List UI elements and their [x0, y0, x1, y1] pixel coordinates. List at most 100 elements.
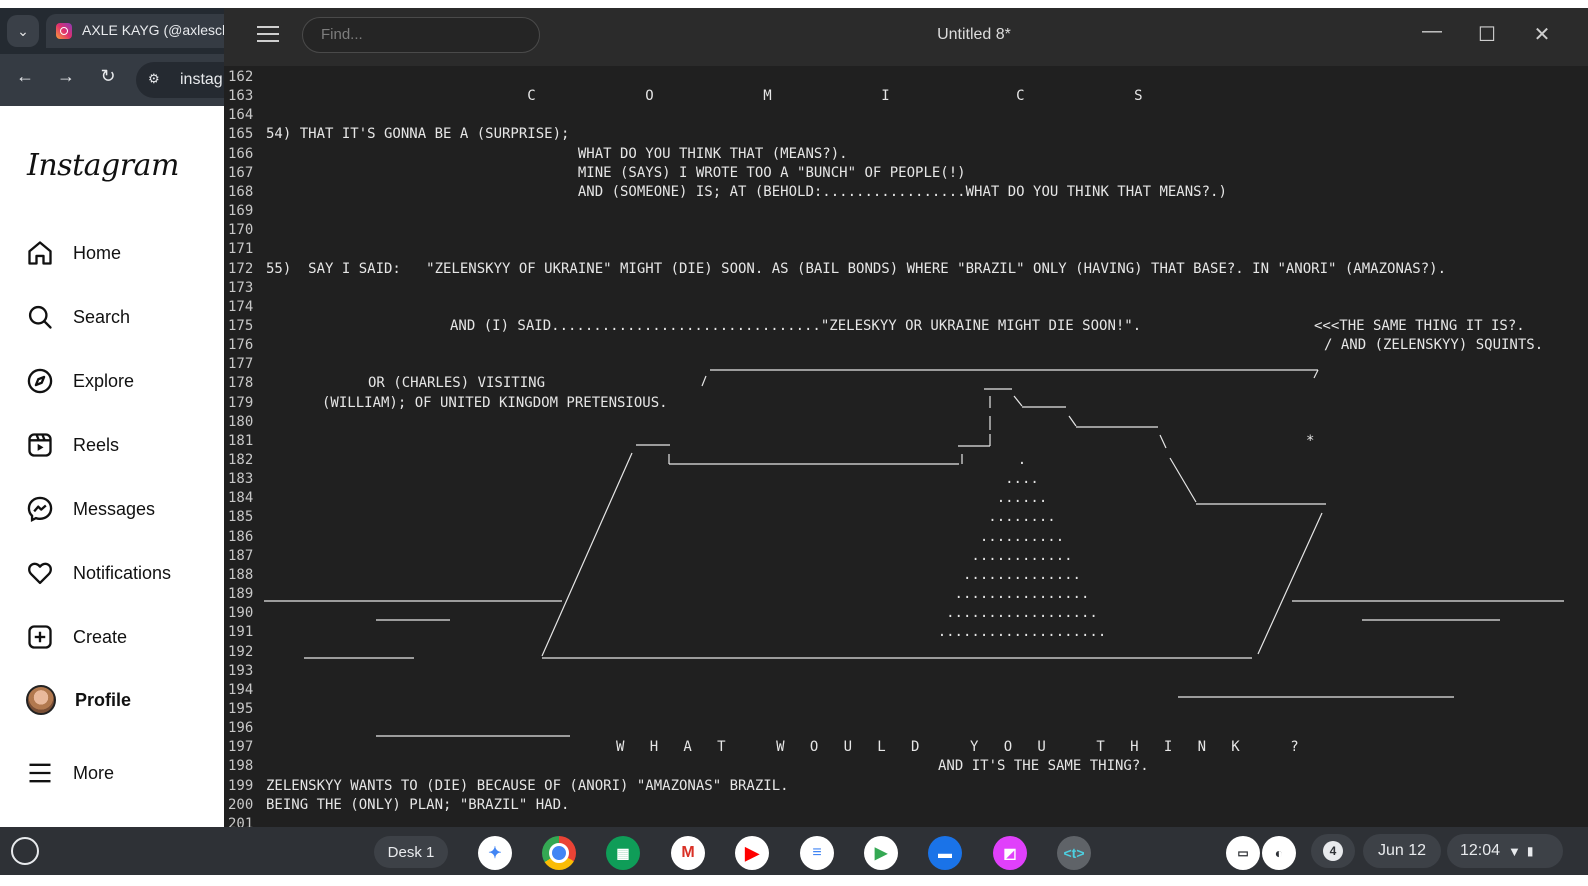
nav-home[interactable]: Home — [26, 236, 121, 270]
editor-line: W H A T W O U L D Y O U T H I N K ? — [616, 739, 1299, 756]
gmail-icon[interactable]: M — [671, 836, 705, 870]
line-number: 162 — [228, 69, 254, 85]
line-number: 176 — [228, 337, 254, 354]
nav-more[interactable]: More — [26, 756, 114, 790]
line-number: 188 — [228, 566, 254, 583]
line-number: 175 — [228, 317, 254, 334]
editor-line: / AND (ZELENSKYY) SQUINTS. — [1324, 337, 1544, 354]
dot-pyramid-row: .............. — [962, 566, 1081, 583]
line-number: 197 — [228, 739, 254, 756]
reels-icon — [28, 433, 52, 457]
line-number: 164 — [228, 107, 254, 124]
plus-square-icon — [28, 625, 52, 649]
editor-line: C O M I C S — [266, 88, 1143, 105]
dot-pyramid-row: .... — [1005, 471, 1039, 488]
line-number: 200 — [228, 796, 254, 813]
nav-explore-label: Explore — [73, 370, 135, 391]
status-area[interactable]: 12:04 ▼ ▮ — [1447, 834, 1563, 868]
files-icon[interactable]: ▬ — [928, 836, 962, 870]
back-icon[interactable]: ← — [13, 66, 37, 87]
line-number: 191 — [228, 624, 254, 641]
line-number: 194 — [228, 681, 254, 698]
line-number: 172 — [228, 260, 254, 277]
nav-messages-label: Messages — [73, 498, 156, 519]
forward-icon[interactable]: → — [54, 66, 78, 87]
nav-notifications-label: Notifications — [73, 562, 172, 583]
line-number: 181 — [228, 432, 254, 449]
compass-icon — [27, 368, 53, 394]
browser-tab[interactable]: AXLE KAYG (@axlesch — [46, 14, 224, 48]
tab-search-button[interactable]: ⌄ — [7, 15, 39, 47]
dot-pyramid-row: ................ — [954, 586, 1090, 603]
menu-icon — [29, 763, 51, 783]
nav-messages[interactable]: Messages — [26, 492, 155, 526]
editor-title: Untitled 8* — [937, 26, 1011, 43]
line-number: 185 — [228, 509, 254, 526]
app-grid-icon[interactable]: ▦ — [606, 836, 640, 870]
line-number: 182 — [228, 452, 254, 468]
dot-pyramid-row: ...... — [996, 490, 1048, 507]
holding-space-icon[interactable]: ▭ — [1226, 836, 1260, 870]
editor-line: <<<THE SAME THING IT IS?. — [1314, 317, 1525, 334]
line-number: 193 — [228, 662, 254, 679]
dot-pyramid-row: ........ — [988, 509, 1056, 526]
screenshot-app-icon[interactable]: ◩ — [993, 836, 1027, 870]
line-number: 190 — [228, 605, 254, 622]
line-number: 189 — [228, 586, 254, 603]
minimize-icon[interactable]: — — [1417, 20, 1447, 43]
nav-search-label: Search — [73, 306, 131, 327]
close-icon[interactable]: ✕ — [1527, 22, 1557, 47]
dot-pyramid-row: ............ — [971, 547, 1073, 564]
clock-time: 12:04 — [1460, 842, 1501, 859]
line-number: 186 — [228, 528, 254, 545]
nav-profile[interactable]: Profile — [26, 683, 131, 717]
line-number: 174 — [228, 298, 254, 315]
date-display[interactable]: Jun 12 — [1363, 834, 1441, 868]
editor-line: AND IT'S THE SAME THING?. — [938, 758, 1149, 775]
dot-pyramid-row: . — [1017, 452, 1027, 468]
youtube-icon[interactable]: ▶ — [735, 836, 769, 870]
line-number: 196 — [228, 720, 254, 737]
line-number: 183 — [228, 471, 254, 488]
search-icon — [28, 305, 52, 329]
nav-reels[interactable]: Reels — [26, 428, 119, 462]
site-info-icon[interactable]: ⚙ — [148, 71, 160, 87]
nav-search[interactable]: Search — [26, 300, 130, 334]
line-number: 180 — [228, 413, 254, 430]
home-icon — [28, 241, 52, 265]
launcher-icon[interactable] — [11, 837, 39, 865]
text-editor-icon[interactable]: <t> — [1057, 836, 1091, 870]
line-number: 192 — [228, 643, 254, 660]
maximize-icon[interactable]: ☐ — [1472, 22, 1502, 47]
play-store-icon[interactable]: ▶ — [864, 836, 898, 870]
reload-icon[interactable]: ↻ — [96, 66, 120, 87]
line-number: 165 — [228, 126, 254, 143]
dot-pyramid-row: .................. — [946, 605, 1098, 622]
editor-line: AND (I) SAID............................… — [450, 317, 1142, 334]
notification-button[interactable]: 4 — [1311, 834, 1355, 868]
dark-mode-icon[interactable]: ◐ — [1262, 836, 1296, 870]
nav-create[interactable]: Create — [26, 620, 127, 654]
line-number: 179 — [228, 394, 254, 411]
docs-icon[interactable]: ≡ — [800, 836, 834, 870]
line-number: 177 — [228, 356, 254, 373]
address-bar[interactable]: ⚙ instag — [136, 62, 224, 98]
nav-home-label: Home — [73, 242, 122, 263]
chrome-icon[interactable] — [542, 836, 576, 870]
editor-line: 55) SAY I SAID: "ZELENSKYY OF UKRAINE" M… — [266, 260, 1447, 277]
asterisk-mark: * — [1306, 432, 1315, 449]
line-number: 166 — [228, 145, 254, 162]
nav-more-label: More — [73, 762, 115, 783]
instagram-logo[interactable]: Instagram — [27, 148, 179, 183]
editor-line: ZELENSKYY WANTS TO (DIE) BECAUSE OF (ANO… — [266, 777, 789, 794]
gemini-icon[interactable]: ✦ — [478, 836, 512, 870]
dot-pyramid-row: .................... — [937, 624, 1107, 641]
line-number: 184 — [228, 490, 254, 507]
nav-reels-label: Reels — [73, 434, 120, 455]
line-number: 173 — [228, 279, 254, 296]
line-number: 170 — [228, 222, 254, 239]
nav-notifications[interactable]: Notifications — [26, 556, 171, 590]
nav-explore[interactable]: Explore — [26, 364, 134, 398]
editor-line: OR (CHARLES) VISITING — [368, 375, 546, 392]
desk-button[interactable]: Desk 1 — [374, 836, 448, 868]
